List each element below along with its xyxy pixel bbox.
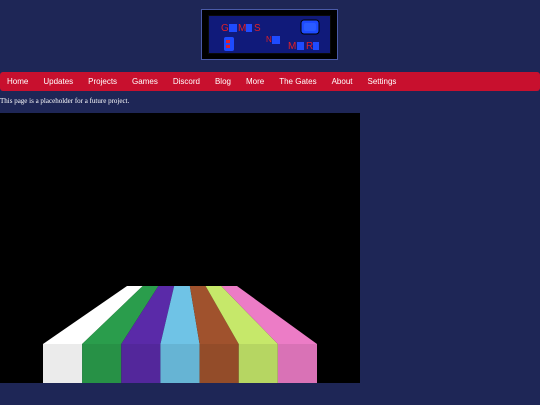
site-logo[interactable]: G M S N M R xyxy=(201,9,338,60)
road-stripe-front xyxy=(160,344,200,383)
nav-settings[interactable]: Settings xyxy=(367,77,396,86)
gamepad-icon xyxy=(224,37,234,51)
nav-the-gates[interactable]: The Gates xyxy=(279,77,316,86)
nav-discord[interactable]: Discord xyxy=(173,77,200,86)
controller-icon xyxy=(300,19,320,35)
nav-home[interactable]: Home xyxy=(7,77,28,86)
road-stripe-front xyxy=(43,344,83,383)
logo-block xyxy=(313,42,319,50)
placeholder-message: This page is a placeholder for a future … xyxy=(0,97,130,105)
nav-about[interactable]: About xyxy=(332,77,353,86)
nav-projects[interactable]: Projects xyxy=(88,77,117,86)
road-stripe-front xyxy=(277,344,317,383)
road-stripe-front xyxy=(121,344,161,383)
logo-block xyxy=(229,24,237,32)
road-stripe-front xyxy=(238,344,278,383)
road-stripe-front xyxy=(199,344,239,383)
logo-panel: G M S N M R xyxy=(208,15,331,54)
rainbow-road-scene xyxy=(43,286,317,383)
logo-letter-n: N xyxy=(266,35,272,44)
logo-block xyxy=(297,42,304,50)
logo-letter-r: R xyxy=(306,41,313,52)
nav-updates[interactable]: Updates xyxy=(43,77,73,86)
logo-letter-m: M xyxy=(238,23,246,34)
nav-more[interactable]: More xyxy=(246,77,264,86)
nav-blog[interactable]: Blog xyxy=(215,77,231,86)
logo-letter-m2: M xyxy=(288,41,296,52)
project-canvas[interactable] xyxy=(0,113,360,383)
logo-letter-s: S xyxy=(254,23,261,34)
road-stripe-front xyxy=(82,344,122,383)
logo-graphic: G M S N M R xyxy=(221,19,320,52)
nav-games[interactable]: Games xyxy=(132,77,158,86)
logo-block xyxy=(272,36,280,44)
logo-letter-g: G xyxy=(221,23,229,34)
main-navbar: Home Updates Projects Games Discord Blog… xyxy=(0,72,540,91)
logo-block xyxy=(246,24,252,32)
